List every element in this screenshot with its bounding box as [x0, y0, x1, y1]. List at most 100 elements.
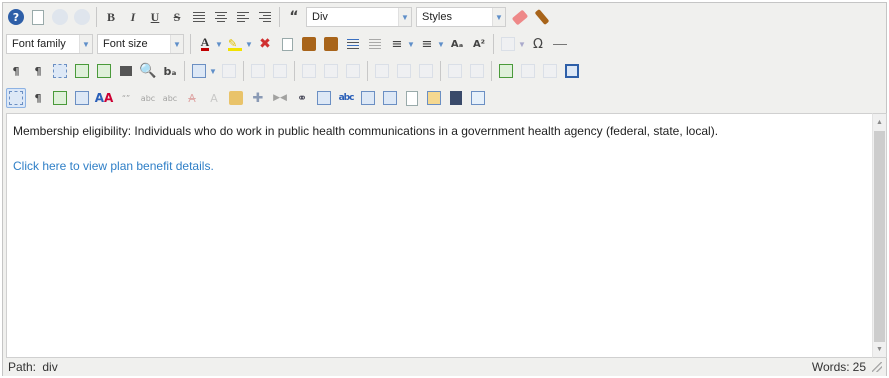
col-before-button[interactable]	[372, 61, 392, 81]
highlight-color-button[interactable]: ✎	[225, 34, 245, 54]
move-forward-button[interactable]	[518, 61, 538, 81]
align-left-button[interactable]	[233, 7, 253, 27]
subscript-button[interactable]: Aₐ	[447, 34, 467, 54]
italic-button[interactable]: I	[123, 7, 143, 27]
scroll-up-icon[interactable]: ▲	[873, 115, 886, 129]
chevron-down-icon[interactable]: ▼	[245, 40, 253, 49]
link-button[interactable]: ⚭	[292, 88, 312, 108]
row-props-button[interactable]	[248, 61, 268, 81]
numbered-list-button[interactable]: ≡	[387, 34, 407, 54]
insert-layer-button[interactable]	[496, 61, 516, 81]
chevron-down-icon[interactable]: ▼	[437, 40, 445, 49]
new-document-button[interactable]	[28, 7, 48, 27]
visual-aid-button[interactable]	[6, 88, 26, 108]
help-button[interactable]: ?	[6, 7, 26, 27]
justify-full-button[interactable]	[189, 7, 209, 27]
preview-button[interactable]	[402, 88, 422, 108]
path-value[interactable]: div	[42, 360, 57, 374]
copy-button[interactable]	[277, 34, 297, 54]
row-after-button[interactable]	[321, 61, 341, 81]
font-family-select[interactable]: Font family ▼	[6, 34, 93, 54]
strikethrough-button[interactable]: S	[167, 7, 187, 27]
delete-row-button[interactable]	[343, 61, 363, 81]
visual-chars-button[interactable]: ✚	[248, 88, 268, 108]
chevron-down-icon[interactable]: ▼	[209, 67, 217, 76]
chevron-down-icon[interactable]: ▼	[407, 40, 415, 49]
anchor-button[interactable]	[498, 34, 518, 54]
styles-select[interactable]: Styles ▼	[416, 7, 506, 27]
row-before-button[interactable]	[299, 61, 319, 81]
insert-date-button[interactable]	[94, 61, 114, 81]
ins-button[interactable]: A	[204, 88, 224, 108]
blockquote-button[interactable]: “	[284, 7, 304, 27]
replace-button[interactable]: bₐ	[160, 61, 180, 81]
insert-table-button[interactable]	[189, 61, 209, 81]
superscript-button[interactable]: A²	[469, 34, 489, 54]
abbr-button[interactable]: abc	[138, 88, 158, 108]
style-props-button[interactable]: AA	[94, 88, 114, 108]
word-count: Words: 25	[812, 360, 882, 374]
insert-file-button[interactable]	[50, 88, 70, 108]
page-break-icon	[361, 91, 375, 105]
image-button[interactable]	[314, 88, 334, 108]
anchor-icon	[501, 37, 515, 51]
horizontal-rule-button[interactable]	[550, 34, 570, 54]
indent-button[interactable]	[343, 34, 363, 54]
cut-button[interactable]: ✖	[255, 34, 275, 54]
font-color-button[interactable]: A	[195, 34, 215, 54]
insert-image-button[interactable]	[424, 88, 444, 108]
move-backward-button[interactable]	[540, 61, 560, 81]
words-value: 25	[852, 360, 866, 374]
delete-col-button[interactable]	[416, 61, 436, 81]
editor-content[interactable]: Membership eligibility: Individuals who …	[6, 113, 872, 358]
del-button[interactable]: A	[182, 88, 202, 108]
scrollbar-thumb[interactable]	[874, 131, 885, 342]
ltr-button[interactable]: ¶	[6, 61, 26, 81]
scroll-down-icon[interactable]: ▼	[873, 342, 886, 356]
align-right-button[interactable]	[255, 7, 275, 27]
paste-button[interactable]	[299, 34, 319, 54]
upload-button[interactable]	[468, 88, 488, 108]
table-props-button[interactable]	[219, 61, 239, 81]
save-button[interactable]	[446, 88, 466, 108]
chevron-down-icon[interactable]: ▼	[518, 40, 526, 49]
vertical-scrollbar[interactable]: ▲ ▼	[872, 113, 887, 358]
insert-form-button[interactable]	[380, 88, 400, 108]
nbsp-button[interactable]: ▶◀	[270, 88, 290, 108]
move-backward-icon	[543, 64, 557, 78]
align-center-button[interactable]	[211, 7, 231, 27]
font-size-select[interactable]: Font size ▼	[97, 34, 184, 54]
attribs-button[interactable]	[226, 88, 246, 108]
redo-button[interactable]	[72, 7, 92, 27]
template-button[interactable]	[72, 61, 92, 81]
rtl-button[interactable]: ¶	[28, 61, 48, 81]
chevron-down-icon[interactable]: ▼	[215, 40, 223, 49]
table-icon	[192, 64, 206, 78]
outdent-button[interactable]	[365, 34, 385, 54]
show-blocks-button[interactable]: ¶	[28, 88, 48, 108]
col-after-button[interactable]	[394, 61, 414, 81]
acronym-button[interactable]: abc	[160, 88, 180, 108]
resize-grip-icon[interactable]	[872, 362, 882, 372]
absolute-button[interactable]	[562, 61, 582, 81]
page-break-button[interactable]	[358, 88, 378, 108]
plan-benefit-link[interactable]: Click here to view plan benefit details.	[13, 159, 214, 173]
find-button[interactable]: 🔍	[138, 61, 158, 81]
underline-button[interactable]: U	[145, 7, 165, 27]
spellcheck-button[interactable]: abc	[336, 88, 356, 108]
cell-props-button[interactable]	[270, 61, 290, 81]
remove-format-button[interactable]	[510, 7, 530, 27]
merge-cells-button[interactable]	[467, 61, 487, 81]
bold-button[interactable]: B	[101, 7, 121, 27]
fullscreen-button[interactable]	[50, 61, 70, 81]
bullet-list-button[interactable]: ≡	[417, 34, 437, 54]
special-char-button[interactable]: Ω	[528, 34, 548, 54]
cite-button[interactable]: “”	[116, 88, 136, 108]
print-button[interactable]	[116, 61, 136, 81]
format-select[interactable]: Div ▼	[306, 7, 412, 27]
paste-text-button[interactable]	[321, 34, 341, 54]
cleanup-button[interactable]	[532, 7, 552, 27]
undo-button[interactable]	[50, 7, 70, 27]
insert-media-button[interactable]	[72, 88, 92, 108]
split-cells-button[interactable]	[445, 61, 465, 81]
